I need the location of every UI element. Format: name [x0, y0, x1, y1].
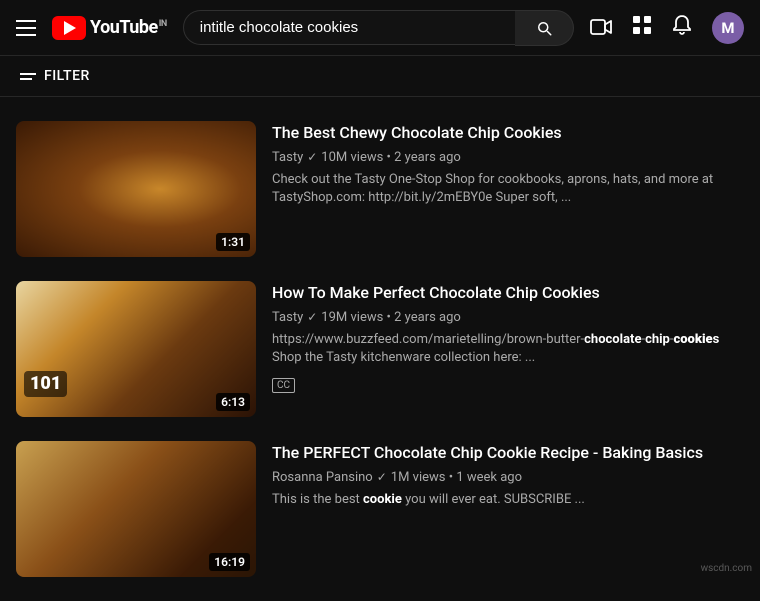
watermark: wscdn.com	[701, 563, 752, 574]
thumbnail-wrap[interactable]: 1:31	[16, 121, 256, 257]
header: YouTubeIN	[0, 0, 760, 56]
result-title[interactable]: The Best Chewy Chocolate Chip Cookies	[272, 123, 744, 144]
search-icon	[535, 19, 553, 37]
cc-badge: CC	[272, 378, 295, 393]
youtube-logo[interactable]: YouTubeIN	[52, 16, 167, 40]
result-item[interactable]: 16:19 The PERFECT Chocolate Chip Cookie R…	[16, 429, 744, 589]
thumbnail-wrap[interactable]: 16:19	[16, 441, 256, 577]
view-count: 19M views • 2 years ago	[321, 310, 461, 325]
view-count: 10M views • 2 years ago	[321, 150, 461, 165]
verified-check-icon: ✓	[377, 470, 387, 484]
yt-wordmark: YouTubeIN	[90, 17, 167, 38]
verified-check-icon: ✓	[307, 150, 317, 164]
hamburger-menu-button[interactable]	[16, 20, 36, 36]
yt-play-triangle	[64, 21, 76, 35]
search-button[interactable]	[515, 10, 574, 46]
results-list: 1:31 The Best Chewy Chocolate Chip Cookie…	[0, 97, 760, 601]
channel-name[interactable]: Tasty	[272, 150, 303, 165]
search-bar	[183, 10, 574, 46]
result-info: The PERFECT Chocolate Chip Cookie Recipe…	[272, 441, 744, 577]
result-description: Check out the Tasty One-Stop Shop for co…	[272, 171, 744, 207]
yt-country-badge: IN	[159, 19, 167, 29]
duration-badge: 16:19	[209, 553, 250, 571]
header-left: YouTubeIN	[16, 16, 167, 40]
duration-badge: 1:31	[216, 233, 250, 251]
notification-bell-icon[interactable]	[672, 14, 692, 41]
channel-line: Tasty ✓ 10M views • 2 years ago	[272, 150, 744, 165]
result-item[interactable]: 1:31 The Best Chewy Chocolate Chip Cookie…	[16, 109, 744, 269]
search-input[interactable]	[183, 10, 515, 45]
channel-name[interactable]: Tasty	[272, 310, 303, 325]
view-count: 1M views • 1 week ago	[391, 470, 522, 485]
result-info: The Best Chewy Chocolate Chip Cookies Tas…	[272, 121, 744, 257]
result-title[interactable]: How To Make Perfect Chocolate Chip Cooki…	[272, 283, 744, 304]
overlay-badge: 101	[24, 371, 67, 397]
verified-check-icon: ✓	[307, 310, 317, 324]
filter-icon	[20, 73, 36, 80]
header-right: M	[590, 12, 744, 44]
grid-icon[interactable]	[632, 15, 652, 40]
filter-bar: FILTER	[0, 56, 760, 97]
yt-icon	[52, 16, 86, 40]
result-description: This is the best cookie you will ever ea…	[272, 491, 744, 509]
duration-badge: 6:13	[216, 393, 250, 411]
avatar[interactable]: M	[712, 12, 744, 44]
video-camera-icon[interactable]	[590, 16, 612, 40]
overlay-number: 101	[30, 375, 61, 393]
result-item[interactable]: 101 6:13 How To Make Perfect Chocolate Chi…	[16, 269, 744, 429]
result-info: How To Make Perfect Chocolate Chip Cooki…	[272, 281, 744, 417]
channel-line: Tasty ✓ 19M views • 2 years ago	[272, 310, 744, 325]
filter-lines-icon	[20, 73, 36, 80]
channel-line: Rosanna Pansino ✓ 1M views • 1 week ago	[272, 470, 744, 485]
result-description: https://www.buzzfeed.com/marietelling/br…	[272, 331, 744, 367]
channel-name[interactable]: Rosanna Pansino	[272, 470, 373, 485]
filter-label[interactable]: FILTER	[44, 68, 90, 84]
thumbnail-wrap[interactable]: 101 6:13	[16, 281, 256, 417]
result-title[interactable]: The PERFECT Chocolate Chip Cookie Recipe…	[272, 443, 744, 464]
